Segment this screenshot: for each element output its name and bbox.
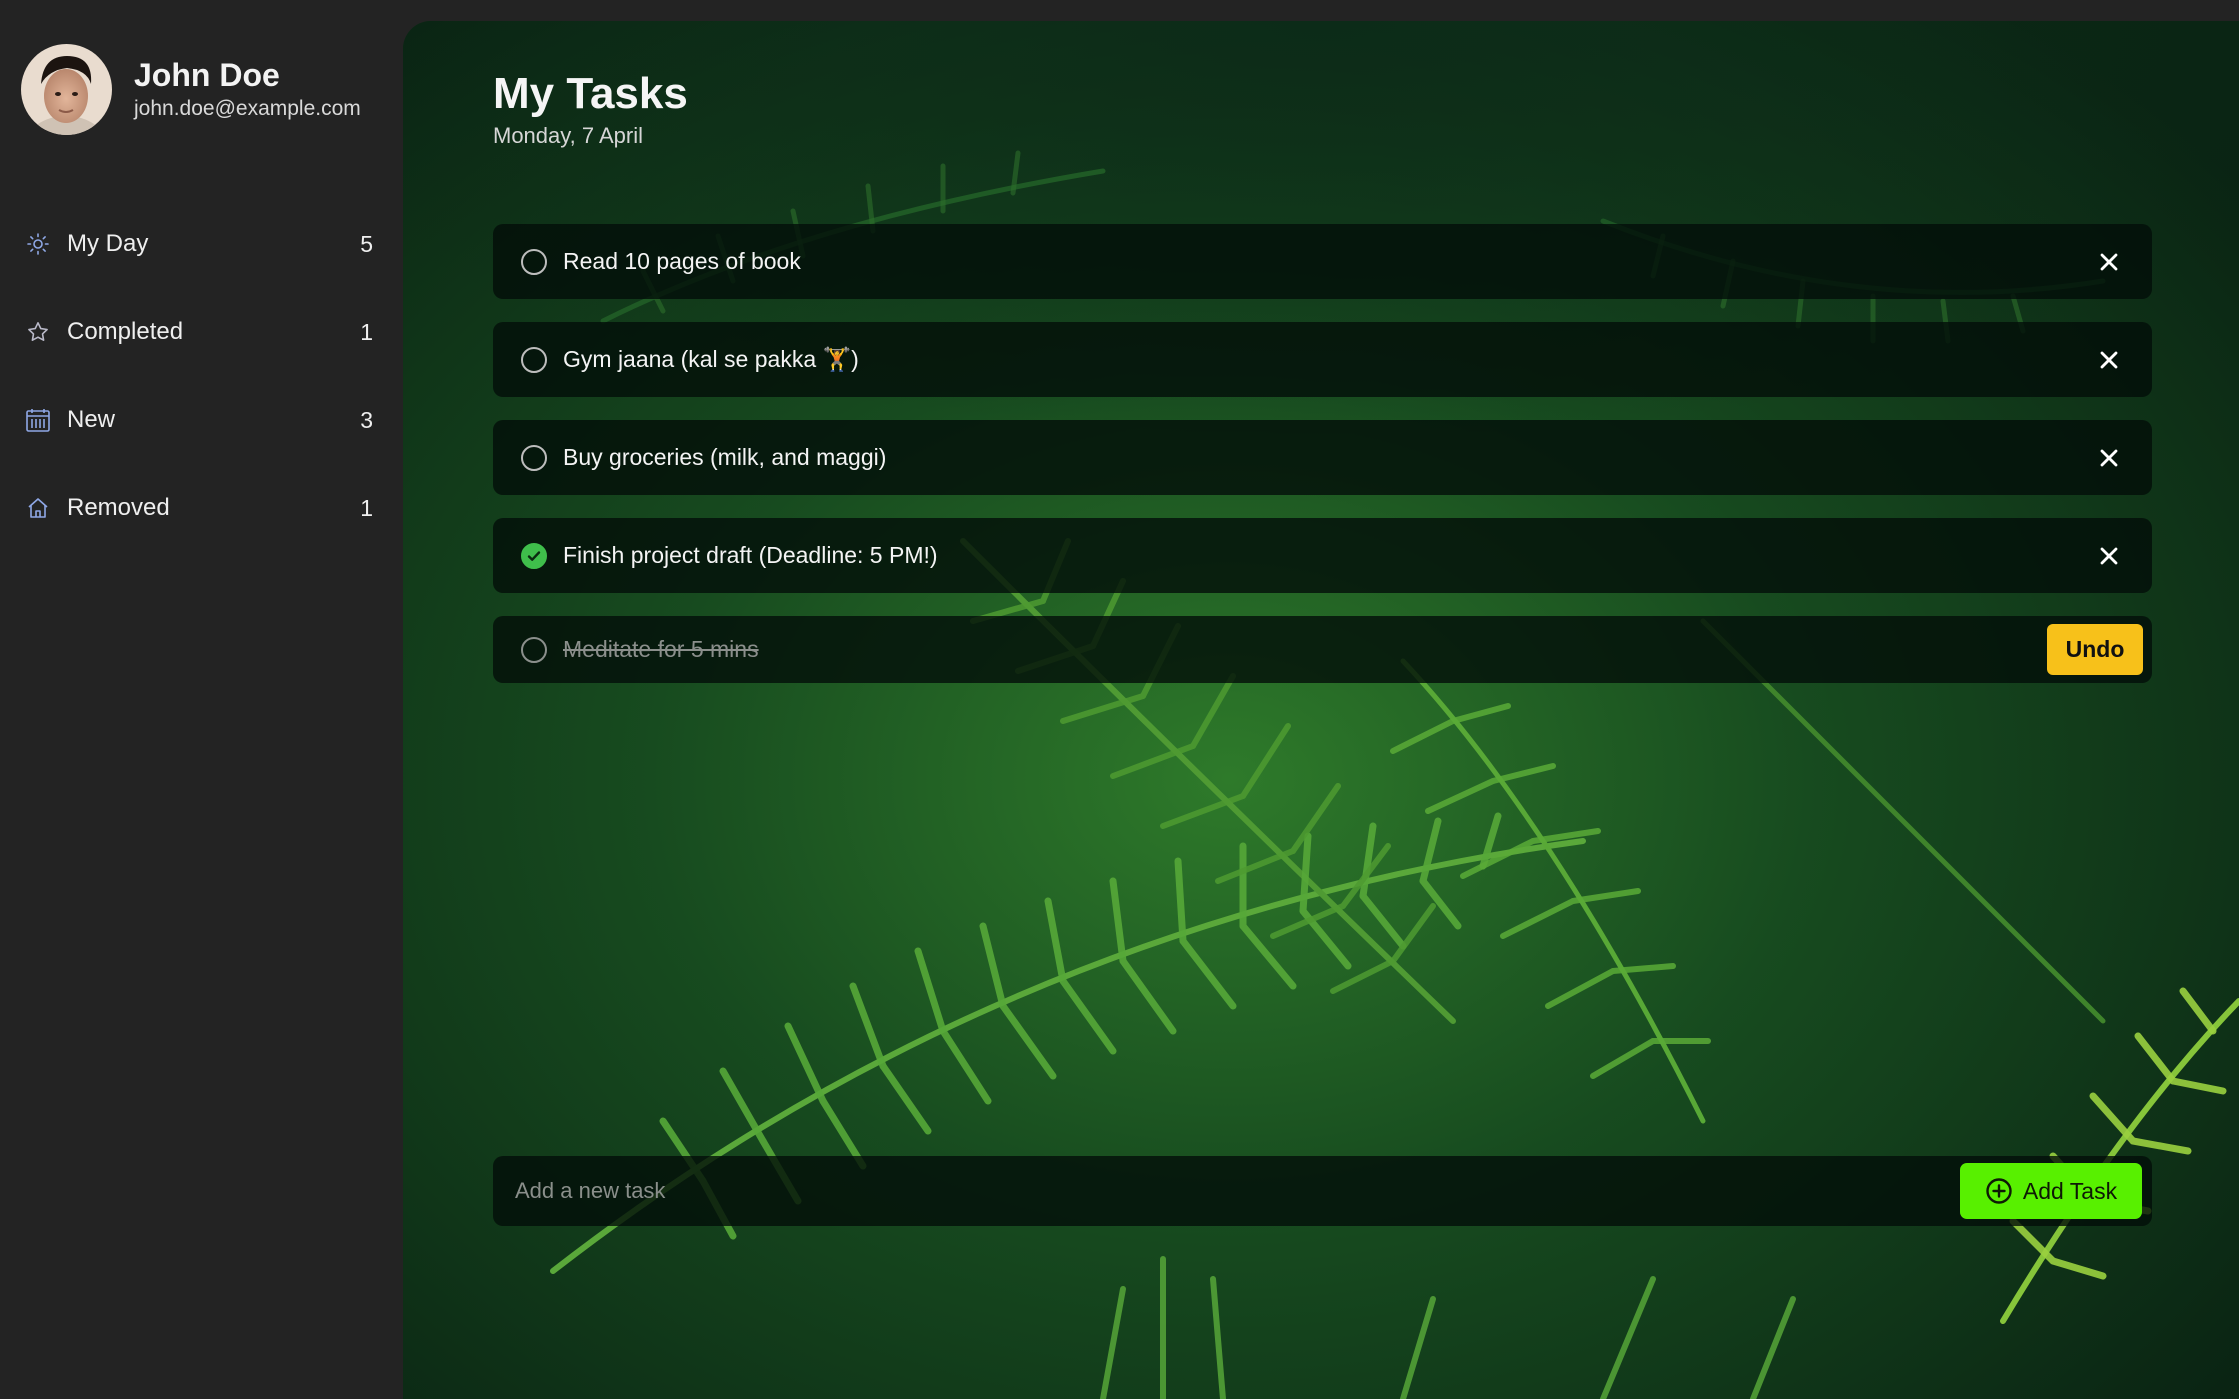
remove-task-button[interactable] bbox=[2094, 345, 2124, 375]
sidebar-nav: My Day 5 Completed 1 New 3 Removed 1 bbox=[0, 200, 403, 552]
sidebar: John Doe john.doe@example.com My Day 5 C… bbox=[0, 0, 403, 1399]
close-icon bbox=[2100, 449, 2118, 466]
task-checkbox[interactable] bbox=[521, 248, 547, 275]
sidebar-item-count: 1 bbox=[360, 318, 373, 345]
star-icon bbox=[25, 319, 51, 345]
task-item-completed: Finish project draft (Deadline: 5 PM!) bbox=[493, 518, 2152, 593]
task-checkbox[interactable] bbox=[521, 636, 547, 663]
calendar-icon bbox=[25, 407, 51, 433]
user-name: John Doe bbox=[134, 56, 280, 93]
plus-circle-icon bbox=[1986, 1178, 2012, 1204]
task-text: Read 10 pages of book bbox=[563, 248, 801, 274]
task-item-removed: Meditate for 5 mins Undo bbox=[493, 616, 2152, 683]
avatar bbox=[21, 44, 112, 135]
add-task-button-label: Add Task bbox=[2022, 1177, 2118, 1204]
user-email: john.doe@example.com bbox=[134, 97, 361, 121]
sidebar-item-completed[interactable]: Completed 1 bbox=[0, 288, 403, 376]
page-date: Monday, 7 April bbox=[493, 123, 644, 148]
close-icon bbox=[2100, 253, 2118, 270]
task-item: Buy groceries (milk, and maggi) bbox=[493, 420, 2152, 495]
sidebar-item-count: 3 bbox=[360, 406, 373, 433]
sidebar-item-label: Removed bbox=[67, 494, 170, 521]
task-text: Buy groceries (milk, and maggi) bbox=[563, 444, 887, 470]
sidebar-item-new[interactable]: New 3 bbox=[0, 376, 403, 464]
main-panel: My Tasks Monday, 7 April Read 10 pages o… bbox=[403, 21, 2239, 1399]
page-title: My Tasks bbox=[493, 69, 688, 118]
sun-icon bbox=[25, 231, 51, 257]
remove-task-button[interactable] bbox=[2094, 541, 2124, 571]
task-item: Read 10 pages of book bbox=[493, 224, 2152, 299]
task-text: Gym jaana (kal se pakka 🏋️) bbox=[563, 346, 859, 372]
undo-button[interactable]: Undo bbox=[2047, 624, 2143, 675]
task-checkbox[interactable] bbox=[521, 346, 547, 373]
new-task-input[interactable] bbox=[493, 1156, 1893, 1226]
home-icon bbox=[25, 495, 51, 521]
remove-task-button[interactable] bbox=[2094, 247, 2124, 277]
add-task-button[interactable]: Add Task bbox=[1960, 1163, 2142, 1219]
sidebar-item-removed[interactable]: Removed 1 bbox=[0, 464, 403, 552]
sidebar-item-label: My Day bbox=[67, 230, 149, 257]
sidebar-item-count: 1 bbox=[360, 494, 373, 521]
sidebar-item-label: Completed bbox=[67, 318, 184, 345]
task-text-removed: Meditate for 5 mins bbox=[563, 636, 759, 662]
task-text: Finish project draft (Deadline: 5 PM!) bbox=[563, 542, 938, 568]
sidebar-item-count: 5 bbox=[360, 230, 373, 257]
checkmark-icon bbox=[527, 550, 541, 561]
add-task-bar: Add Task bbox=[493, 1156, 2152, 1226]
user-profile: John Doe john.doe@example.com bbox=[21, 44, 361, 135]
close-icon bbox=[2100, 547, 2118, 564]
task-list: Read 10 pages of book Gym jaana (kal se … bbox=[493, 224, 2152, 706]
sidebar-item-my-day[interactable]: My Day 5 bbox=[0, 200, 403, 288]
task-checkbox-checked[interactable] bbox=[521, 542, 547, 569]
remove-task-button[interactable] bbox=[2094, 443, 2124, 473]
sidebar-item-label: New bbox=[67, 406, 116, 433]
close-icon bbox=[2100, 351, 2118, 368]
task-item: Gym jaana (kal se pakka 🏋️) bbox=[493, 322, 2152, 397]
task-checkbox[interactable] bbox=[521, 444, 547, 471]
